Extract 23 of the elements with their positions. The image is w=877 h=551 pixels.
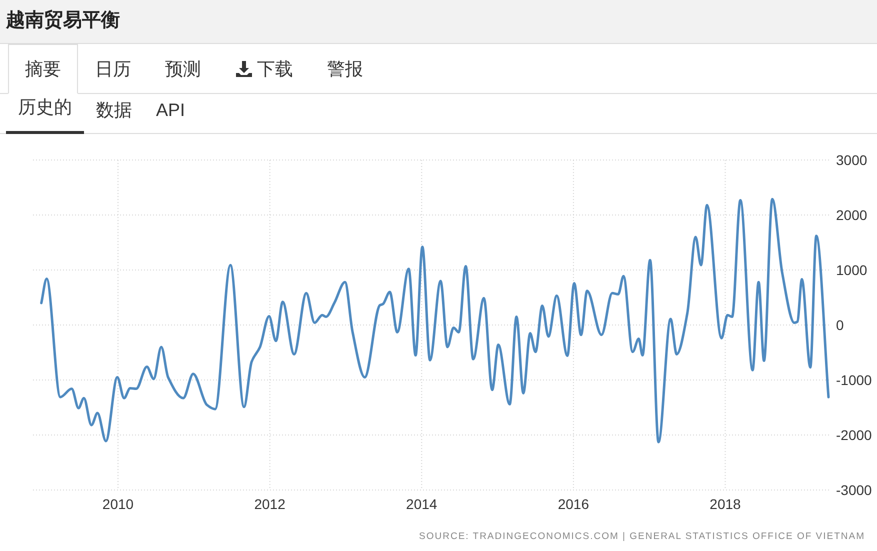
- tab[interactable]: 警报: [310, 44, 380, 94]
- x-axis-label: 2012: [254, 496, 286, 512]
- tab[interactable]: 摘要: [8, 44, 78, 94]
- y-axis-label: 1000: [836, 262, 868, 278]
- x-axis-label: 2010: [102, 496, 134, 512]
- tab[interactable]: 预测: [148, 44, 218, 94]
- y-axis-label: -3000: [836, 482, 872, 498]
- x-axis-label: 2014: [406, 496, 438, 512]
- download-icon: [235, 60, 253, 78]
- x-axis-label: 2016: [558, 496, 590, 512]
- y-axis-label: -1000: [836, 372, 872, 388]
- source-note: SOURCE: TRADINGECONOMICS.COM | GENERAL STATISTICS OFFICE OF VIETNAM: [419, 530, 865, 544]
- tab[interactable]: API: [144, 94, 198, 134]
- x-axis-label: 2018: [710, 496, 741, 512]
- y-axis-label: 0: [836, 317, 844, 333]
- tab[interactable]: 下载: [218, 44, 310, 94]
- tab[interactable]: 日历: [78, 44, 148, 94]
- y-axis-label: 3000: [836, 152, 868, 168]
- tab[interactable]: 数据: [84, 94, 144, 134]
- page-title: 越南贸易平衡: [6, 8, 120, 34]
- tab[interactable]: 历史的: [6, 94, 84, 134]
- y-axis-label: 2000: [836, 207, 868, 223]
- y-axis-label: -2000: [836, 427, 872, 443]
